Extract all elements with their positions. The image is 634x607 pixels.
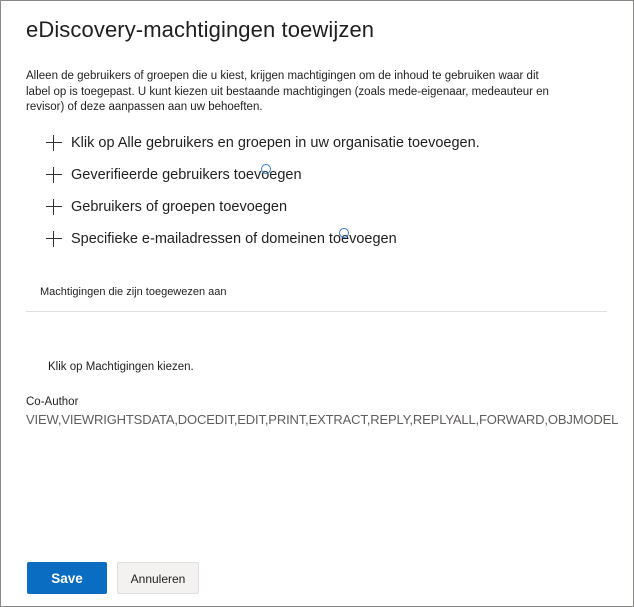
plus-icon bbox=[45, 134, 63, 152]
add-email-or-domain-action[interactable]: Specifieke e-mailadressen of domeinen to… bbox=[45, 223, 480, 255]
cursor-indicator-icon bbox=[261, 164, 271, 174]
add-users-or-groups-action[interactable]: Gebruikers of groepen toevoegen bbox=[45, 191, 480, 223]
panel-title: eDiscovery-machtigingen toewijzen bbox=[26, 17, 375, 42]
permission-rights-list: VIEW,VIEWRIGHTSDATA,DOCEDIT,EDIT,PRINT,E… bbox=[26, 412, 619, 427]
add-all-users-label: Klik op Alle gebruikers en groepen in uw… bbox=[71, 135, 480, 151]
cursor-indicator-icon bbox=[339, 228, 349, 238]
choose-permissions-link[interactable]: Klik op Machtigingen kiezen. bbox=[48, 361, 194, 373]
add-actions-list: Klik op Alle gebruikers en groepen in uw… bbox=[45, 127, 480, 255]
add-users-or-groups-label: Gebruikers of groepen toevoegen bbox=[71, 199, 288, 215]
save-button[interactable]: Save bbox=[27, 562, 107, 594]
assigned-permissions-label: Machtigingen die zijn toegewezen aan bbox=[40, 286, 227, 298]
permission-role-name: Co-Author bbox=[26, 396, 79, 408]
plus-icon bbox=[45, 166, 63, 184]
panel-description: Alleen de gebruikers of groepen die u ki… bbox=[26, 70, 549, 113]
cancel-button[interactable]: Annuleren bbox=[117, 562, 199, 594]
add-all-users-action[interactable]: Klik op Alle gebruikers en groepen in uw… bbox=[45, 127, 480, 159]
plus-icon bbox=[45, 198, 63, 216]
section-divider bbox=[26, 311, 607, 312]
plus-icon bbox=[45, 230, 63, 248]
assign-permissions-panel: eDiscovery-machtigingen toewijzen Alleen… bbox=[0, 0, 634, 607]
